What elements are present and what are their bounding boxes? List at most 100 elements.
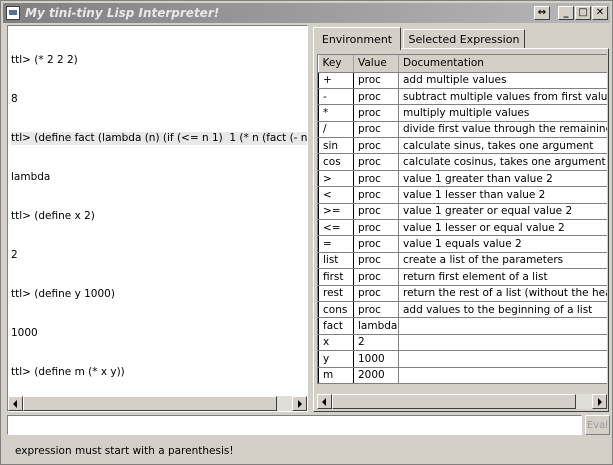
value-cell: proc (353, 301, 399, 319)
key-cell: >= (318, 203, 354, 221)
value-cell: proc (353, 121, 399, 139)
key-cell: cos (318, 153, 354, 171)
scroll-right-arrow-icon[interactable] (292, 396, 307, 411)
table-row[interactable]: * proc multiply multiple values (318, 104, 607, 122)
value-cell: proc (353, 104, 399, 122)
documentation-cell: add multiple values (398, 72, 607, 89)
table-body: + proc add multiple values - proc subtract mu… (318, 72, 607, 384)
expression-input[interactable] (7, 415, 582, 435)
console-line: ttl> (define x 2) (11, 210, 95, 222)
column-header-key[interactable]: Key (318, 55, 354, 73)
eval-button[interactable]: Eval (585, 415, 610, 435)
table-row[interactable]: y 1000 (318, 350, 607, 368)
console-line: 2 (11, 249, 18, 261)
table-row[interactable]: / proc divide first value through the rema… (318, 121, 607, 139)
console-line: 1000 (11, 327, 38, 339)
close-button[interactable]: ✕ (592, 6, 608, 20)
table-horizontal-scrollbar[interactable] (317, 394, 607, 409)
console-line: 8 (11, 93, 18, 105)
key-cell: <= (318, 219, 354, 237)
documentation-cell (398, 334, 607, 352)
table-row[interactable]: > proc value 1 greater than value 2 (318, 170, 607, 188)
environment-table[interactable]: Key Value Documentation + proc add multipl… (317, 54, 607, 384)
console-line: ttl> (define m (* x y)) (11, 366, 125, 378)
value-cell: proc (353, 72, 399, 89)
value-cell: proc (353, 170, 399, 188)
table-row[interactable]: <= proc value 1 lesser or equal value 2 (318, 219, 607, 237)
value-cell: proc (353, 252, 399, 270)
column-header-documentation[interactable]: Documentation (398, 55, 607, 73)
documentation-cell: divide first value through the remaining… (398, 121, 607, 139)
documentation-cell: multiply multiple values (398, 104, 607, 122)
table-row[interactable]: cons proc add values to the beginning of a… (318, 301, 607, 319)
main-window: My tini-tiny Lisp Interpreter! ↔ _ □ ✕ t… (0, 0, 613, 465)
key-cell: first (318, 268, 354, 286)
console-line: lambda (11, 171, 51, 183)
documentation-cell (398, 367, 607, 384)
table-row[interactable]: + proc add multiple values (318, 72, 607, 89)
documentation-cell: value 1 equals value 2 (398, 235, 607, 253)
documentation-cell: subtract multiple values from first valu… (398, 88, 607, 106)
maximize-button[interactable]: □ (575, 6, 591, 20)
value-cell: proc (353, 219, 399, 237)
table-row[interactable]: >= proc value 1 greater or equal value 2 (318, 203, 607, 221)
value-cell: proc (353, 88, 399, 106)
tab-selected-expression[interactable]: Selected Expression (403, 29, 525, 49)
resize-button[interactable]: ↔ (534, 6, 550, 20)
table-row[interactable]: < proc value 1 lesser than value 2 (318, 186, 607, 204)
scroll-left-arrow-icon[interactable] (8, 396, 23, 411)
value-cell: proc (353, 235, 399, 253)
table-row[interactable]: rest proc return the rest of a list (witho… (318, 285, 607, 302)
key-cell: < (318, 186, 354, 204)
documentation-cell: add values to the beginning of a list (398, 301, 607, 319)
table-row[interactable]: first proc return first element of a list (318, 268, 607, 286)
scrollbar-track[interactable] (332, 394, 592, 409)
table-row[interactable]: = proc value 1 equals value 2 (318, 235, 607, 253)
tab-environment[interactable]: Environment (313, 27, 401, 50)
scrollbar-track[interactable] (23, 396, 292, 411)
table-row[interactable]: list proc create a list of the parameters (318, 252, 607, 270)
documentation-cell: value 1 greater than value 2 (398, 170, 607, 188)
documentation-cell: create a list of the parameters (398, 252, 607, 270)
key-cell: sin (318, 137, 354, 155)
documentation-cell (398, 317, 607, 335)
documentation-cell: value 1 greater or equal value 2 (398, 203, 607, 221)
table-row[interactable]: m 2000 (318, 367, 607, 384)
console-lines: ttl> (* 2 2 2) 8 ttl> (define fact (lamb… (11, 28, 307, 396)
value-cell: proc (353, 268, 399, 286)
scroll-left-arrow-icon[interactable] (317, 394, 332, 409)
console-horizontal-scrollbar[interactable] (8, 396, 307, 411)
console-line: ttl> (define fact (lambda (n) (if (<= n … (11, 132, 307, 145)
table-row[interactable]: cos proc calculate cosinus, takes one argu… (318, 153, 607, 171)
column-header-value[interactable]: Value (353, 55, 399, 73)
key-cell: > (318, 170, 354, 188)
table-row[interactable]: - proc subtract multiple values from first… (318, 88, 607, 106)
scrollbar-thumb[interactable] (23, 396, 277, 411)
documentation-cell: calculate cosinus, takes one argument (398, 153, 607, 171)
key-cell: fact (318, 317, 354, 335)
minimize-button[interactable]: _ (558, 6, 574, 20)
key-cell: / (318, 121, 354, 139)
documentation-cell: return the rest of a list (without the h… (398, 285, 607, 302)
key-cell: list (318, 252, 354, 270)
scrollbar-thumb[interactable] (332, 394, 576, 409)
key-cell: rest (318, 285, 354, 302)
console-output[interactable]: ttl> (* 2 2 2) 8 ttl> (define fact (lamb… (7, 25, 308, 412)
app-icon (6, 6, 20, 20)
value-cell: 2000 (353, 367, 399, 384)
value-cell: 2 (353, 334, 399, 352)
documentation-cell: value 1 lesser or equal value 2 (398, 219, 607, 237)
table-row[interactable]: x2 (318, 334, 607, 352)
documentation-cell: value 1 lesser than value 2 (398, 186, 607, 204)
value-cell: proc (353, 137, 399, 155)
table-row[interactable]: fact lambda (318, 317, 607, 335)
scroll-right-arrow-icon[interactable] (592, 394, 607, 409)
key-cell: + (318, 72, 354, 89)
title-bar[interactable]: My tini-tiny Lisp Interpreter! ↔ _ □ ✕ (3, 3, 610, 23)
console-line: ttl> (* 2 2 2) (11, 54, 78, 66)
value-cell: 1000 (353, 350, 399, 368)
value-cell: proc (353, 186, 399, 204)
tab-bar: Environment Selected Expression (313, 27, 609, 50)
table-row[interactable]: sin proc calculate sinus, takes one argume… (318, 137, 607, 155)
value-cell: proc (353, 153, 399, 171)
